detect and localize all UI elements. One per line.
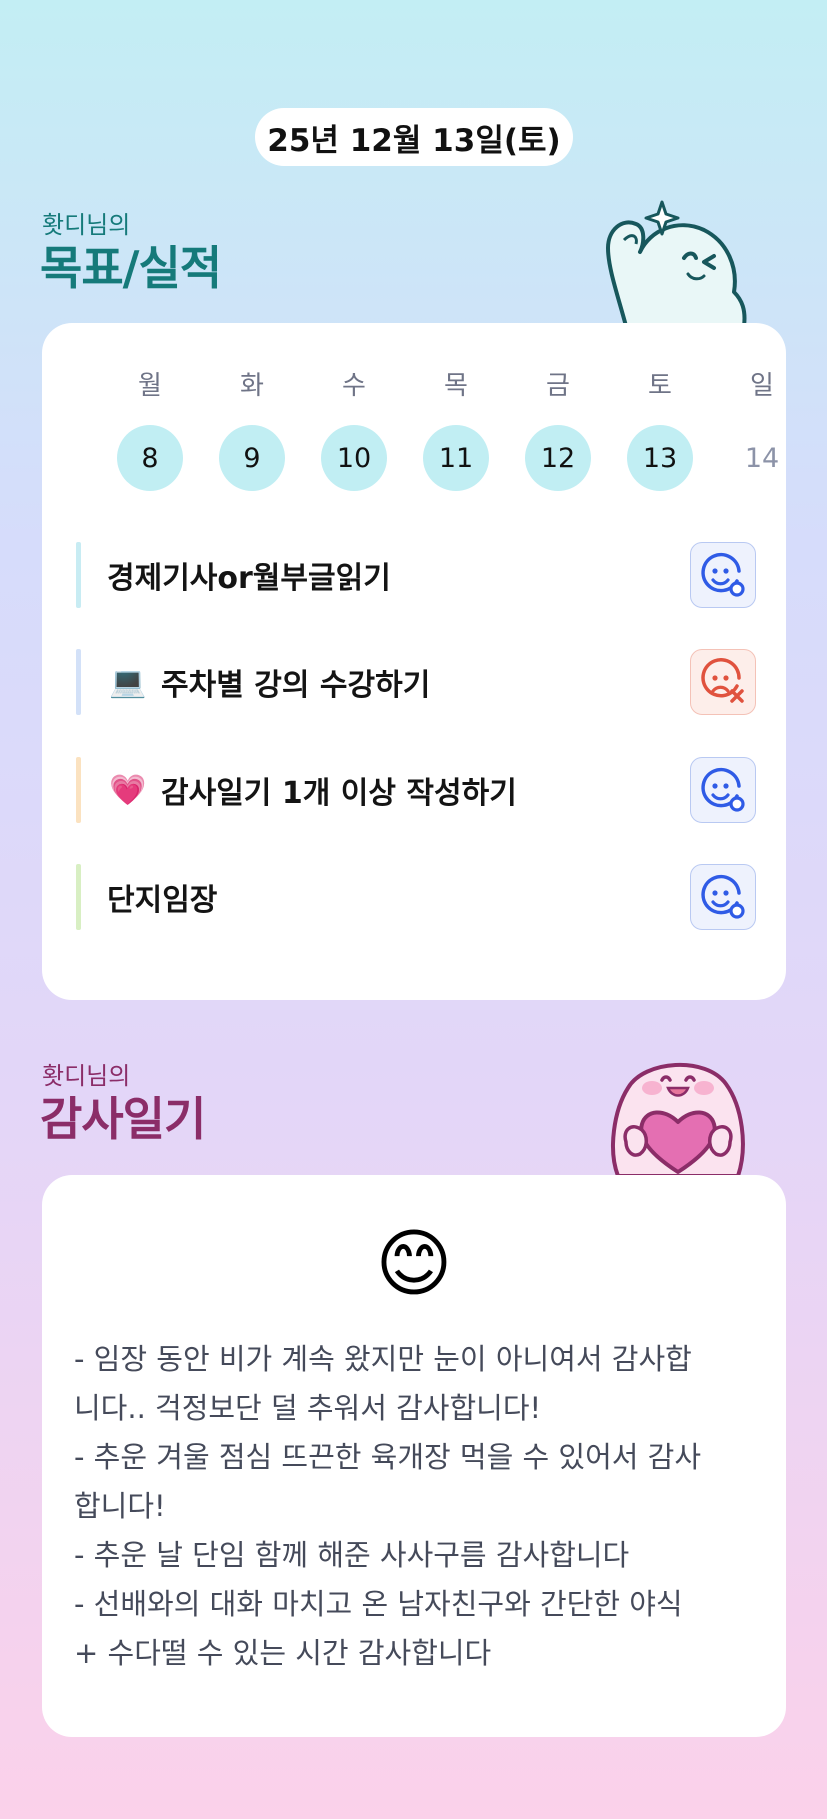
goal-item: 💻 주차별 강의 수강하기 <box>76 649 756 715</box>
goal-label: 단지임장 <box>107 883 218 918</box>
date-circle-mon[interactable]: 8 <box>117 425 183 491</box>
date-pill: 25년 12월 13일(토) <box>255 108 573 166</box>
goal-bar <box>76 542 81 608</box>
goal-status-button[interactable] <box>690 649 756 715</box>
gratitude-card: 😊 - 임장 동안 비가 계속 왔지만 눈이 아니여서 감사합 니다.. 걱정보… <box>42 1175 786 1737</box>
heart-emoji-icon: 💗 <box>109 772 147 808</box>
teal-mascot-illustration <box>606 200 747 326</box>
pink-mascot-illustration <box>611 1063 745 1176</box>
date-circle-sat[interactable]: 13 <box>627 425 693 491</box>
goal-label: 감사일기 1개 이상 작성하기 <box>161 776 517 811</box>
goal-text-wrap: 경제기사or월부글읽기 <box>107 542 391 608</box>
weekday-label-fri: 금 <box>546 371 570 401</box>
diary-line: 니다.. 걱정보단 덜 추워서 감사합니다! <box>74 1391 542 1425</box>
smile-check-icon <box>701 552 745 597</box>
week-dates: 8 9 10 11 12 13 14 <box>99 425 813 491</box>
goal-bar <box>76 649 81 715</box>
diary-line: - 선배와의 대화 마치고 온 남자친구와 간단한 야식 <box>74 1587 683 1621</box>
goal-text-wrap: 💻 주차별 강의 수강하기 <box>107 649 430 715</box>
date-circle-wed[interactable]: 10 <box>321 425 387 491</box>
current-date: 25년 12월 13일(토) <box>267 122 561 159</box>
smile-check-icon <box>701 767 745 812</box>
weekday-labels: 월 화 수 목 금 토 일 <box>99 365 813 402</box>
goal-item: 단지임장 <box>76 864 756 930</box>
goal-bar <box>76 757 81 823</box>
goal-text-wrap: 💗 감사일기 1개 이상 작성하기 <box>107 757 517 823</box>
goal-label: 경제기사or월부글읽기 <box>107 561 391 596</box>
goal-status-button[interactable] <box>690 864 756 930</box>
date-circle-thu[interactable]: 11 <box>423 425 489 491</box>
weekday-label-sat: 토 <box>648 371 672 401</box>
weekday-label-sun: 일 <box>750 371 774 401</box>
date-circle-fri[interactable]: 12 <box>525 425 591 491</box>
date-circle-sun[interactable]: 14 <box>729 425 795 491</box>
goal-status-button[interactable] <box>690 757 756 823</box>
diary-line: + 수다떨 수 있는 시간 감사합니다 <box>74 1636 492 1670</box>
weekday-label-tue: 화 <box>240 371 264 401</box>
goal-label: 주차별 강의 수강하기 <box>161 668 431 703</box>
goal-text-wrap: 단지임장 <box>107 864 217 930</box>
weekday-label-thu: 목 <box>444 371 468 401</box>
goal-status-button[interactable] <box>690 542 756 608</box>
weekday-label-wed: 수 <box>342 371 366 401</box>
weekday-label-mon: 월 <box>138 371 162 401</box>
goals-card: 월 화 수 목 금 토 일 8 9 10 11 12 13 14 경제기사or월… <box>42 323 786 1000</box>
gratitude-entry: - 임장 동안 비가 계속 왔지만 눈이 아니여서 감사합 니다.. 걱정보단 … <box>74 1335 754 1678</box>
smile-check-icon <box>701 874 745 919</box>
date-circle-tue[interactable]: 9 <box>219 425 285 491</box>
smiling-face-emoji-icon: 😊 <box>375 1221 453 1307</box>
goal-item: 💗 감사일기 1개 이상 작성하기 <box>76 757 756 823</box>
goal-bar <box>76 864 81 930</box>
gratitude-title: 감사일기 <box>40 1092 206 1146</box>
diary-line: - 임장 동안 비가 계속 왔지만 눈이 아니여서 감사합 <box>74 1342 692 1376</box>
diary-line: 합니다! <box>74 1489 166 1523</box>
diary-line: - 추운 겨울 점심 뜨끈한 육개장 먹을 수 있어서 감사 <box>74 1440 702 1474</box>
diary-line: - 추운 날 단임 함께 해준 사사구름 감사합니다 <box>74 1538 630 1572</box>
goals-title: 목표/실적 <box>40 241 222 295</box>
goal-item: 경제기사or월부글읽기 <box>76 542 756 608</box>
sad-x-icon <box>701 658 744 703</box>
laptop-emoji-icon: 💻 <box>109 664 147 700</box>
